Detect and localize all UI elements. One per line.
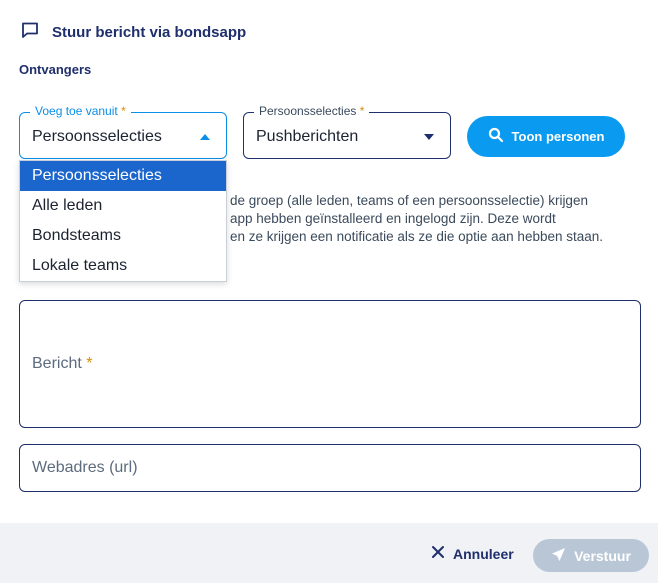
dropdown-option-persoonsselecties[interactable]: Persoonsselecties xyxy=(20,161,226,191)
show-persons-button[interactable]: Toon personen xyxy=(467,116,625,157)
add-from-select[interactable]: Voeg toe vanuit * Persoonsselecties xyxy=(19,104,227,159)
close-icon xyxy=(431,545,445,562)
add-from-value: Persoonsselecties xyxy=(32,128,162,145)
caret-down-icon xyxy=(424,134,434,140)
person-selection-select[interactable]: Persoonsselecties * Pushberichten xyxy=(243,104,451,159)
add-from-dropdown: Persoonsselecties Alle leden Bondsteams … xyxy=(19,160,227,282)
dropdown-option-alle-leden[interactable]: Alle leden xyxy=(20,191,226,221)
url-placeholder: Webadres (url) xyxy=(32,459,138,476)
dialog-title: Stuur bericht via bondsapp xyxy=(52,24,247,41)
url-input[interactable]: Webadres (url) xyxy=(19,444,641,492)
send-label: Verstuur xyxy=(574,547,631,564)
cancel-label: Annuleer xyxy=(453,545,514,562)
info-text: de groep (alle leden, teams of een perso… xyxy=(230,193,604,244)
message-square-icon xyxy=(20,20,40,45)
message-textarea[interactable]: Bericht * xyxy=(19,300,641,428)
dropdown-option-bondsteams[interactable]: Bondsteams xyxy=(20,221,226,251)
dialog-footer: Annuleer Verstuur xyxy=(0,523,658,583)
dropdown-option-lokale-teams[interactable]: Lokale teams xyxy=(20,251,226,281)
dialog-header: Stuur bericht via bondsapp xyxy=(20,20,246,45)
person-selection-label: Persoonsselecties * xyxy=(254,104,370,118)
send-button[interactable]: Verstuur xyxy=(533,539,649,572)
person-selection-value: Pushberichten xyxy=(256,128,359,145)
message-placeholder: Bericht * xyxy=(32,355,93,372)
search-icon xyxy=(488,127,504,146)
show-persons-label: Toon personen xyxy=(511,129,605,144)
add-from-label: Voeg toe vanuit * xyxy=(30,104,131,118)
caret-up-icon xyxy=(200,134,210,140)
send-icon xyxy=(551,547,566,565)
recipients-label: Ontvangers xyxy=(19,62,92,77)
cancel-button[interactable]: Annuleer xyxy=(431,545,514,562)
